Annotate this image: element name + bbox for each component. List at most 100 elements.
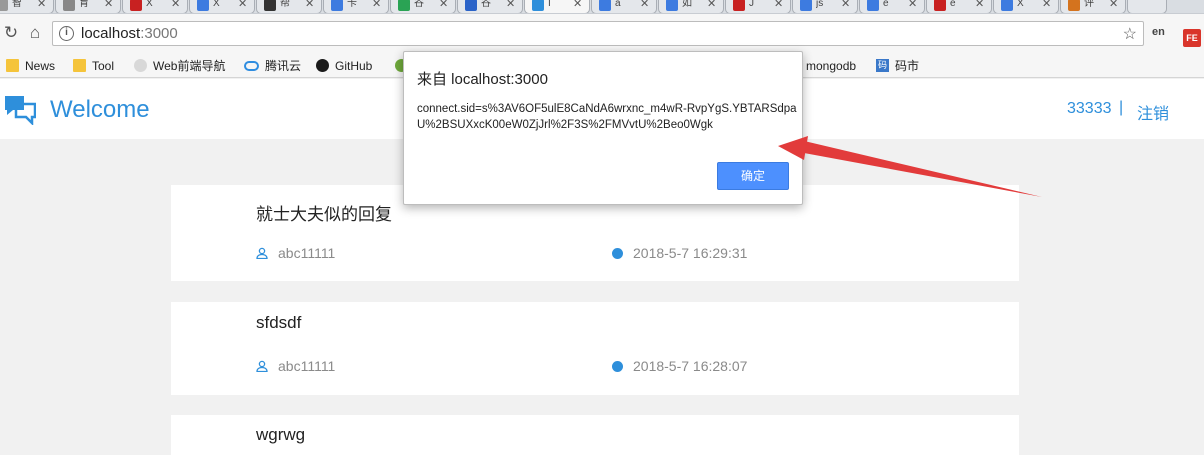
tab-close-icon[interactable]: ✕	[372, 0, 381, 10]
address-url: localhost:3000	[81, 25, 178, 42]
extension-fe-icon[interactable]: FE	[1183, 29, 1201, 47]
tab-close-icon[interactable]: ✕	[439, 0, 448, 10]
new-tab-button[interactable]	[1127, 0, 1167, 13]
tab-title: J	[749, 0, 754, 9]
tab-close-icon[interactable]: ✕	[305, 0, 314, 10]
extension-en-icon[interactable]: en	[1152, 26, 1165, 38]
user-icon	[256, 247, 268, 259]
browser-tab[interactable]: e ✕	[926, 0, 992, 13]
browser-tab[interactable]: 谷 ✕	[390, 0, 456, 13]
tab-close-icon[interactable]: ✕	[1109, 0, 1118, 10]
browser-tab[interactable]: X ✕	[189, 0, 255, 13]
post-card[interactable]: wgrwg	[171, 415, 1019, 455]
post-title[interactable]: 就士大夫似的回复	[256, 200, 392, 225]
browser-tab[interactable]: I ✕	[524, 0, 590, 13]
post-author: abc11111	[256, 358, 335, 374]
reload-icon[interactable]: ↻	[0, 22, 22, 44]
tab-close-icon[interactable]: ✕	[1042, 0, 1051, 10]
tab-close-icon[interactable]: ✕	[37, 0, 46, 10]
browser-tab[interactable]: 育 ✕	[55, 0, 121, 13]
tab-title: I	[548, 0, 551, 9]
tab-favicon-icon	[0, 0, 8, 11]
post-card[interactable]: sfdsdf abc11111 2018-5-7 16:28:07	[171, 302, 1019, 395]
browser-tab[interactable]: js ✕	[792, 0, 858, 13]
tab-close-icon[interactable]: ✕	[841, 0, 850, 10]
bookmark-mongodb[interactable]: mongodb	[806, 58, 856, 76]
bookmark-tool[interactable]: Tool	[73, 58, 114, 76]
folder-icon	[6, 59, 19, 73]
home-icon[interactable]: ⌂	[24, 22, 46, 44]
tab-title: e	[950, 0, 956, 9]
tab-title: 评	[1084, 0, 1094, 9]
tab-close-icon[interactable]: ✕	[640, 0, 649, 10]
tab-title: js	[816, 0, 824, 9]
tab-favicon-icon	[197, 0, 209, 11]
browser-tab[interactable]: 谷 ✕	[457, 0, 523, 13]
browser-tab[interactable]: 智 ✕	[0, 0, 54, 13]
tab-favicon-icon	[264, 0, 276, 11]
dialog-message: connect.sid=s%3AV6OF5ulE8CaNdA6wrxnc_m4w…	[417, 103, 797, 131]
browser-tab[interactable]: 评 ✕	[1060, 0, 1126, 13]
tab-strip: 智 ✕ 育 ✕ X ✕ X ✕ 帮 ✕ 卡 ✕ 谷 ✕ 谷 ✕ I ✕ a ✕ 如 ✕ J ✕ js ✕ e ✕ e ✕ X ✕ 评 ✕	[0, 0, 1204, 14]
browser-tab[interactable]: 卡 ✕	[323, 0, 389, 13]
post-time: 2018-5-7 16:29:31	[612, 245, 747, 261]
browser-tab[interactable]: J ✕	[725, 0, 791, 13]
alert-dialog: 来自 localhost:3000 connect.sid=s%3AV6OF5u…	[403, 51, 803, 205]
user-icon	[256, 360, 268, 372]
tab-favicon-icon	[1001, 0, 1013, 11]
browser-tab[interactable]: X ✕	[993, 0, 1059, 13]
tab-close-icon[interactable]: ✕	[774, 0, 783, 10]
tab-favicon-icon	[130, 0, 142, 11]
web-nav-icon	[134, 59, 147, 73]
browser-toolbar: ↻ ⌂ i localhost:3000 ☆ en FE	[0, 14, 1204, 54]
logout-link[interactable]: 注销	[1137, 100, 1169, 124]
tab-favicon-icon	[532, 0, 544, 11]
browser-tab[interactable]: 帮 ✕	[256, 0, 322, 13]
post-title[interactable]: sfdsdf	[256, 313, 301, 333]
tab-close-icon[interactable]: ✕	[238, 0, 247, 10]
clock-icon	[612, 248, 623, 259]
folder-icon	[73, 59, 86, 73]
tab-title: 卡	[347, 0, 357, 9]
tab-favicon-icon	[398, 0, 410, 11]
ok-button[interactable]: 确定	[717, 162, 789, 190]
bookmark-github[interactable]: GitHub	[316, 58, 372, 76]
bookmark-news[interactable]: News	[6, 58, 55, 76]
tab-title: 谷	[481, 0, 491, 9]
bookmark-tencent-cloud[interactable]: 腾讯云	[244, 58, 301, 76]
bookmark-star-icon[interactable]: ☆	[1123, 24, 1137, 44]
browser-tab[interactable]: e ✕	[859, 0, 925, 13]
tab-favicon-icon	[331, 0, 343, 11]
tab-title: X	[213, 0, 220, 9]
mashi-icon: 码	[876, 59, 889, 73]
tab-favicon-icon	[1068, 0, 1080, 11]
user-link[interactable]: 33333	[1067, 100, 1112, 118]
browser-tab[interactable]: 如 ✕	[658, 0, 724, 13]
browser-tab[interactable]: X ✕	[122, 0, 188, 13]
tab-favicon-icon	[465, 0, 477, 11]
address-bar[interactable]: i localhost:3000 ☆	[52, 21, 1144, 46]
tab-favicon-icon	[733, 0, 745, 11]
bookmark-web-nav[interactable]: Web前端导航	[134, 58, 225, 76]
tab-favicon-icon	[666, 0, 678, 11]
tab-close-icon[interactable]: ✕	[908, 0, 917, 10]
bookmark-mashi[interactable]: 码码市	[876, 58, 919, 76]
post-title[interactable]: wgrwg	[256, 425, 305, 445]
tab-title: 智	[12, 0, 22, 9]
tab-close-icon[interactable]: ✕	[104, 0, 113, 10]
tab-close-icon[interactable]: ✕	[573, 0, 582, 10]
tab-favicon-icon	[800, 0, 812, 11]
tab-favicon-icon	[934, 0, 946, 11]
tab-title: 帮	[280, 0, 290, 9]
tab-favicon-icon	[599, 0, 611, 11]
browser-tab[interactable]: a ✕	[591, 0, 657, 13]
tab-close-icon[interactable]: ✕	[975, 0, 984, 10]
tab-title: X	[1017, 0, 1024, 9]
post-author: abc11111	[256, 245, 335, 261]
tab-close-icon[interactable]: ✕	[171, 0, 180, 10]
cloud-icon	[244, 60, 259, 71]
tab-close-icon[interactable]: ✕	[707, 0, 716, 10]
tab-close-icon[interactable]: ✕	[506, 0, 515, 10]
tab-title: a	[615, 0, 621, 9]
info-icon[interactable]: i	[59, 26, 74, 41]
